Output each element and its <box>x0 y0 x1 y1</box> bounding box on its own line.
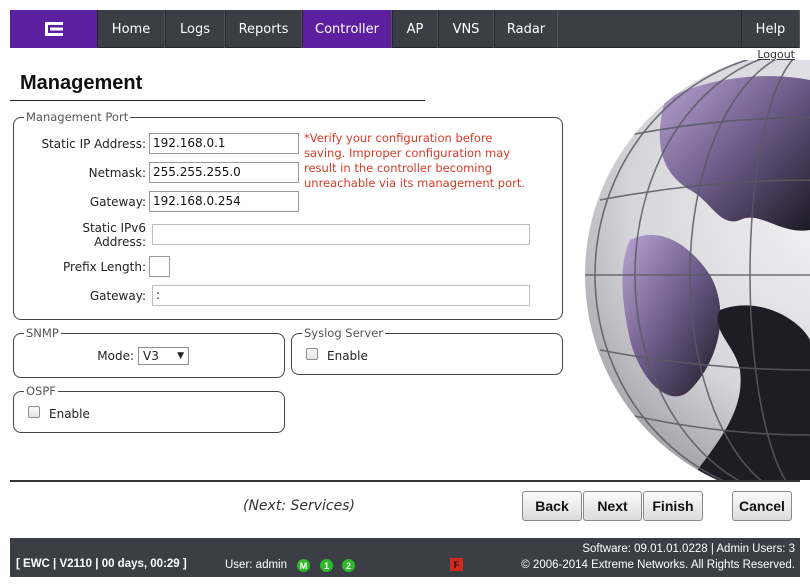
page-title: Management <box>20 72 143 94</box>
static-ipv6-label: Static IPv6 Address: <box>20 221 146 249</box>
nav-radar[interactable]: Radar <box>494 10 558 48</box>
status-badge-1[interactable]: 1 <box>320 559 333 572</box>
extreme-networks-logo-icon[interactable] <box>10 10 97 48</box>
ipv6-gateway-label: Gateway: <box>89 289 146 303</box>
static-ipv6-label-line: Static IPv6 <box>82 221 146 235</box>
fault-badge[interactable]: F <box>450 558 463 571</box>
gateway-input[interactable]: 192.168.0.254 <box>149 191 299 212</box>
gateway-label: Gateway: <box>89 195 146 209</box>
title-divider <box>10 100 425 101</box>
nav-reports[interactable]: Reports <box>225 10 302 48</box>
management-port-legend: Management Port <box>24 110 131 124</box>
warning-line: unreachable via its management port. <box>304 176 526 190</box>
static-ip-label: Static IP Address: <box>41 137 146 151</box>
current-user: User: admin <box>225 559 287 571</box>
warning-line: *Verify your configuration before <box>304 131 493 145</box>
nav-controller-label: Controller <box>315 21 379 37</box>
next-step-hint: (Next: Services) <box>243 498 355 514</box>
snmp-mode-select[interactable]: V3 ▼ <box>138 347 189 365</box>
nav-reports-label: Reports <box>238 21 289 37</box>
ospf-enable-checkbox[interactable] <box>28 406 40 418</box>
warning-line: result in the controller becoming <box>304 161 493 175</box>
nav-ap[interactable]: AP <box>392 10 438 48</box>
prefix-length-label: Prefix Length: <box>63 260 146 274</box>
status-badge-m[interactable]: M <box>297 559 310 572</box>
nav-controller[interactable]: Controller <box>302 10 392 48</box>
netmask-label: Netmask: <box>88 166 146 180</box>
footer-divider <box>10 480 800 482</box>
nav-help[interactable]: Help <box>741 10 800 48</box>
back-button[interactable]: Back <box>522 491 582 521</box>
software-version: Software: 09.01.01.0228 | Admin Users: 3 <box>582 543 795 555</box>
snmp-legend: SNMP <box>24 326 61 340</box>
ospf-enable-label: Enable <box>49 407 90 421</box>
status-badge-2[interactable]: 2 <box>342 559 355 572</box>
warning-line: saving. Improper configuration may <box>304 146 511 160</box>
ospf-legend: OSPF <box>24 384 58 398</box>
syslog-enable-checkbox[interactable] <box>306 348 318 360</box>
top-navigation-bar: Home Logs Reports Controller AP VNS Rada… <box>10 10 800 48</box>
nav-home[interactable]: Home <box>97 10 165 48</box>
system-status: [ EWC | V2110 | 00 days, 00:29 ] <box>16 558 187 570</box>
netmask-input[interactable]: 255.255.255.0 <box>149 162 299 183</box>
prefix-length-input[interactable] <box>149 256 170 277</box>
static-ipv6-label-line: Address: <box>94 235 146 249</box>
nav-help-label: Help <box>755 21 786 37</box>
static-ipv6-input[interactable] <box>152 224 530 245</box>
nav-ap-label: AP <box>406 21 424 37</box>
cancel-button[interactable]: Cancel <box>732 491 792 521</box>
snmp-mode-label: Mode: <box>97 349 134 363</box>
nav-vns[interactable]: VNS <box>438 10 494 48</box>
next-button[interactable]: Next <box>583 491 642 521</box>
syslog-server-legend: Syslog Server <box>302 326 385 340</box>
snmp-mode-value: V3 <box>143 349 159 363</box>
finish-button[interactable]: Finish <box>643 491 703 521</box>
static-ip-input[interactable]: 192.168.0.1 <box>149 133 299 154</box>
configuration-warning: *Verify your configuration before saving… <box>304 131 554 191</box>
nav-home-label: Home <box>111 21 151 37</box>
nav-radar-label: Radar <box>506 21 546 37</box>
syslog-enable-label: Enable <box>327 349 368 363</box>
nav-vns-label: VNS <box>452 21 480 37</box>
status-bar: [ EWC | V2110 | 00 days, 00:29 ] User: a… <box>10 538 800 577</box>
ipv6-gateway-input[interactable]: : <box>152 285 530 306</box>
chevron-down-icon: ▼ <box>177 351 184 361</box>
nav-logs[interactable]: Logs <box>165 10 225 48</box>
nav-logs-label: Logs <box>180 21 210 37</box>
copyright: © 2006-2014 Extreme Networks. All Rights… <box>521 559 795 571</box>
globe-image <box>570 60 810 480</box>
